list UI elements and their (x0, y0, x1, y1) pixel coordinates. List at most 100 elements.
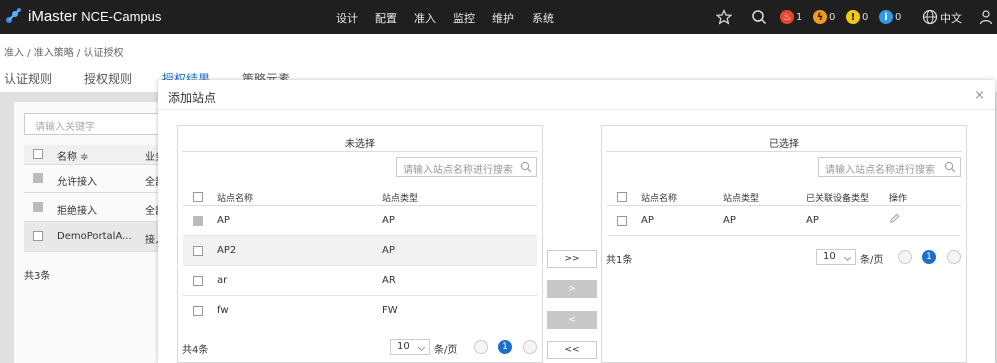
page-size-value: 10 (823, 251, 836, 262)
tab-auth-rules[interactable]: 认证规则 (4, 70, 52, 87)
move-left-button[interactable]: < (547, 311, 597, 329)
close-icon[interactable]: × (974, 88, 985, 103)
row-name: 拒绝接入 (57, 206, 97, 217)
row-checkbox[interactable] (193, 276, 203, 286)
next-page-button[interactable] (947, 250, 961, 264)
star-icon[interactable] (716, 9, 732, 25)
globe-icon[interactable] (922, 9, 938, 25)
flame-icon: ♨ (780, 10, 794, 24)
nav-maintain[interactable]: 维护 (492, 10, 514, 26)
row-checkbox[interactable] (33, 231, 43, 241)
select-all-checkbox[interactable] (193, 192, 203, 202)
move-all-right-button[interactable]: >> (547, 250, 597, 268)
per-page-label: 条/页 (434, 345, 458, 356)
top-navigation-bar: iMaster NCE-Campus 设计 配置 准入 监控 维护 系统 ♨ 1 ϟ… (0, 0, 997, 34)
table-row[interactable]: AP AP (183, 206, 537, 236)
page-size-select[interactable]: 10 (816, 249, 856, 265)
selected-panel: 已选择 请输入站点名称进行搜索 站点名称 站点类型 已关联设备类型 操作 AP … (601, 125, 967, 363)
app-brand: iMaster NCE-Campus (28, 8, 161, 25)
site-type: AP (382, 245, 395, 256)
current-page[interactable]: 1 (498, 340, 512, 354)
site-name: AP (641, 215, 654, 226)
background-search-input[interactable]: 请输入关键字 (24, 113, 174, 135)
background-select-all-checkbox[interactable] (33, 149, 43, 159)
search-placeholder: 请输入站点名称进行搜索 (403, 165, 513, 176)
lightning-icon: ϟ (813, 10, 827, 24)
row-name: 允许接入 (57, 177, 97, 188)
user-icon[interactable] (978, 9, 994, 25)
table-row[interactable]: AP2 AP (183, 236, 537, 266)
row-checkbox[interactable] (617, 216, 627, 226)
row-name: DemoPortalA... (57, 231, 132, 242)
search-placeholder: 请输入站点名称进行搜索 (825, 165, 935, 176)
selected-search-input[interactable]: 请输入站点名称进行搜索 (818, 157, 961, 177)
unselected-panel: 未选择 请输入站点名称进行搜索 站点名称 站点类型 AP AP AP2 AP a… (177, 125, 543, 363)
background-col-name[interactable]: 名称 ≑ (57, 148, 89, 163)
site-type: AP (723, 215, 736, 226)
page-size-select[interactable]: 10 (390, 339, 430, 355)
col-site-type: 站点类型 (382, 194, 419, 204)
per-page-label: 条/页 (860, 255, 884, 266)
dialog-title: 添加站点 (168, 91, 217, 105)
unselected-panel-title: 未选择 (345, 139, 375, 150)
move-all-left-button[interactable]: << (547, 341, 597, 359)
site-type: AR (382, 275, 396, 286)
col-site-name: 站点名称 (217, 194, 254, 204)
alarm-info[interactable]: i0 (879, 9, 901, 25)
unselected-total: 共4条 (182, 345, 209, 356)
site-name: fw (217, 305, 229, 316)
move-right-button[interactable]: > (547, 280, 597, 298)
alarm-critical[interactable]: ♨ 1 (780, 9, 802, 25)
site-name: AP2 (217, 245, 237, 256)
row-checkbox (193, 216, 203, 226)
selected-panel-title: 已选择 (769, 139, 799, 150)
background-table-header: 名称 ≑ 业务 (24, 145, 174, 165)
table-row[interactable]: fw FW (183, 296, 537, 326)
page-size-value: 10 (397, 341, 410, 352)
prev-page-button[interactable] (474, 340, 488, 354)
product-name: NCE-Campus (81, 9, 162, 24)
unselected-search-input[interactable]: 请输入站点名称进行搜索 (396, 157, 537, 177)
row-checkbox (33, 202, 43, 212)
col-site-type: 站点类型 (723, 194, 760, 204)
unselected-table-header: 站点名称 站点类型 (183, 186, 537, 206)
table-row[interactable]: DemoPortalA... 接入 (24, 222, 174, 252)
table-row[interactable]: AP AP AP (607, 206, 961, 236)
table-row[interactable]: 拒绝接入 全部 (24, 193, 174, 222)
dialog-divider (158, 109, 995, 110)
device-type: AP (806, 215, 819, 226)
alarm-info-count: 0 (895, 11, 902, 23)
table-row[interactable]: ar AR (183, 266, 537, 296)
brand-name: iMaster (28, 8, 78, 25)
search-icon[interactable] (520, 161, 532, 173)
breadcrumb: 准入 / 准入策略 / 认证授权 (4, 48, 124, 59)
site-name: AP (217, 215, 230, 226)
row-checkbox (33, 173, 43, 183)
prev-page-button[interactable] (898, 250, 912, 264)
select-all-checkbox[interactable] (617, 192, 627, 202)
search-icon[interactable] (751, 9, 767, 25)
alarm-minor[interactable]: ! 0 (846, 9, 868, 25)
nav-design[interactable]: 设计 (336, 10, 358, 26)
exclamation-icon: ! (846, 10, 860, 24)
col-device-type: 已关联设备类型 (806, 194, 870, 204)
nav-admission[interactable]: 准入 (414, 10, 436, 26)
background-total: 共3条 (24, 271, 51, 282)
selected-total: 共1条 (606, 255, 633, 266)
language-switch[interactable]: 中文 (940, 10, 962, 26)
row-checkbox[interactable] (193, 246, 203, 256)
current-page[interactable]: 1 (922, 250, 936, 264)
row-checkbox[interactable] (193, 306, 203, 316)
imaster-logo-icon (6, 8, 21, 23)
tab-authz-rules[interactable]: 授权规则 (84, 70, 132, 87)
site-type: FW (382, 305, 398, 316)
table-row[interactable]: 允许接入 全部 (24, 165, 174, 193)
search-icon[interactable] (944, 161, 956, 173)
alarm-major[interactable]: ϟ0 (813, 9, 835, 25)
nav-system[interactable]: 系统 (532, 10, 554, 26)
nav-config[interactable]: 配置 (375, 10, 397, 26)
alarm-critical-count: 1 (796, 11, 803, 23)
nav-monitor[interactable]: 监控 (453, 10, 475, 26)
edit-icon[interactable] (889, 213, 900, 224)
next-page-button[interactable] (523, 340, 537, 354)
